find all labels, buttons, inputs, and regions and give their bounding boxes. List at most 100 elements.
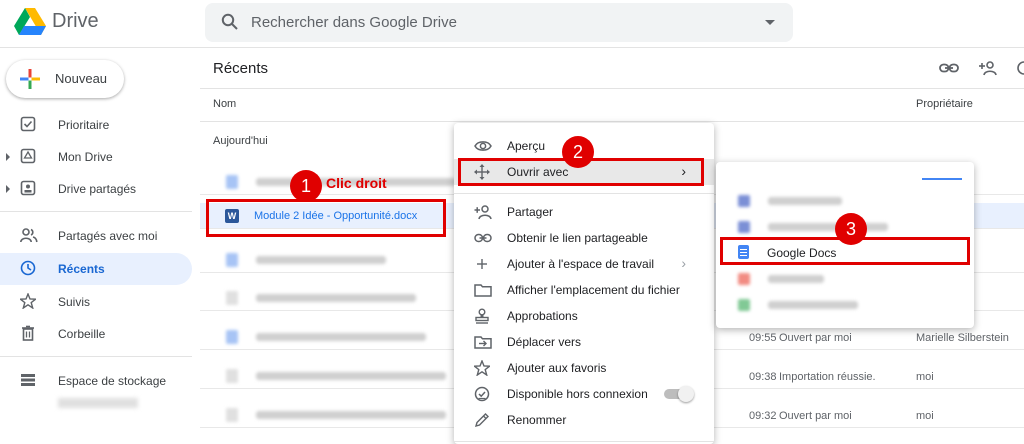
sidebar-item-trash[interactable]: Corbeille bbox=[0, 318, 192, 350]
submenu-item[interactable] bbox=[716, 292, 974, 318]
star-icon bbox=[20, 293, 36, 309]
menu-item-label: Obtenir le lien partageable bbox=[507, 231, 648, 245]
shared-drives-icon bbox=[20, 180, 36, 196]
file-icon bbox=[226, 369, 238, 383]
sidebar-item-label: Mon Drive bbox=[58, 150, 113, 164]
my-drive-icon bbox=[20, 148, 36, 164]
header-divider bbox=[200, 121, 1024, 122]
menu-item-move-to[interactable]: Déplacer vers bbox=[454, 329, 714, 355]
sidebar-item-label: Récents bbox=[58, 262, 105, 276]
offline-icon bbox=[474, 386, 490, 402]
menu-item-show-location[interactable]: Afficher l'emplacement du fichier bbox=[454, 277, 714, 303]
new-button-label: Nouveau bbox=[55, 71, 108, 86]
eye-icon bbox=[474, 141, 492, 151]
sidebar-item-label: Corbeille bbox=[58, 327, 106, 341]
recent-icon bbox=[20, 260, 36, 276]
highlight-box-step1 bbox=[206, 199, 446, 237]
submenu-item[interactable] bbox=[716, 266, 974, 292]
expand-icon[interactable] bbox=[6, 185, 10, 193]
step-badge-1: 1 bbox=[290, 170, 322, 202]
shared-with-me-icon bbox=[20, 228, 38, 243]
search-icon[interactable] bbox=[221, 13, 239, 31]
drive-logo-icon[interactable] bbox=[14, 8, 46, 36]
menu-item-label: Afficher l'emplacement du fichier bbox=[507, 283, 680, 297]
menu-item-add-workspace[interactable]: Ajouter à l'espace de travail › bbox=[454, 251, 714, 277]
row-owner: Marielle Silberstein bbox=[916, 332, 1009, 344]
blurred-file-name bbox=[256, 411, 446, 419]
plus-icon bbox=[20, 69, 40, 89]
more-toolbar-icon[interactable] bbox=[1016, 60, 1024, 76]
group-label-today: Aujourd'hui bbox=[213, 135, 268, 147]
move-to-icon bbox=[474, 336, 492, 349]
column-header-name[interactable]: Nom bbox=[213, 98, 236, 110]
app-icon bbox=[738, 221, 750, 233]
pencil-icon bbox=[474, 413, 489, 428]
sidebar-item-label: Prioritaire bbox=[58, 118, 110, 132]
menu-item-label: Déplacer vers bbox=[507, 335, 582, 349]
new-button[interactable]: Nouveau bbox=[6, 60, 124, 98]
step1-caption: Clic droit bbox=[326, 175, 387, 191]
file-icon bbox=[226, 253, 238, 267]
row-time: 09:38 bbox=[749, 371, 777, 383]
share-icon[interactable] bbox=[978, 60, 1000, 76]
row-activity: Importation réussie. bbox=[779, 371, 876, 383]
sidebar-item-storage[interactable]: Espace de stockage bbox=[0, 365, 192, 397]
menu-item-label: Ajouter aux favoris bbox=[507, 361, 607, 375]
menu-item-offline[interactable]: Disponible hors connexion bbox=[454, 381, 714, 407]
row-activity: Ouvert par moi bbox=[779, 410, 852, 422]
menu-item-label: Aperçu bbox=[507, 139, 546, 153]
expand-icon[interactable] bbox=[6, 153, 10, 161]
menu-item-label: Renommer bbox=[507, 413, 567, 427]
blurred-file-name bbox=[256, 256, 386, 264]
app-icon bbox=[738, 273, 750, 285]
link-icon[interactable] bbox=[939, 60, 959, 76]
blurred-app-name bbox=[768, 301, 858, 309]
offline-toggle[interactable] bbox=[664, 386, 694, 402]
stamp-icon bbox=[475, 308, 489, 324]
header-divider bbox=[200, 88, 1024, 89]
sidebar-item-shared-drives[interactable]: Drive partagés bbox=[0, 173, 192, 205]
sidebar-item-label: Suivis bbox=[58, 295, 91, 309]
app-icon bbox=[738, 299, 750, 311]
blurred-file-name bbox=[256, 372, 446, 380]
search-bar[interactable] bbox=[205, 3, 793, 42]
step-badge-3: 3 bbox=[835, 213, 867, 245]
sidebar-divider bbox=[0, 211, 192, 212]
folder-icon bbox=[474, 284, 492, 297]
row-owner: moi bbox=[916, 371, 934, 383]
plus-icon bbox=[477, 259, 487, 269]
sidebar-item-recent[interactable]: Récents bbox=[0, 253, 192, 285]
chevron-right-icon: › bbox=[681, 255, 686, 271]
row-time: 09:55 bbox=[749, 332, 777, 344]
app-icon bbox=[738, 195, 750, 207]
menu-item-share[interactable]: Partager bbox=[454, 199, 714, 225]
submenu-item[interactable] bbox=[716, 188, 974, 214]
file-icon bbox=[226, 408, 238, 422]
blurred-app-name bbox=[768, 197, 842, 205]
star-outline-icon bbox=[474, 360, 490, 376]
sidebar-item-label: Drive partagés bbox=[58, 182, 137, 196]
sidebar-divider bbox=[0, 356, 192, 357]
row-time: 09:32 bbox=[749, 410, 777, 422]
menu-item-rename[interactable]: Renommer bbox=[454, 407, 714, 433]
sidebar-item-label: Espace de stockage bbox=[58, 374, 167, 388]
row-activity: Ouvert par moi bbox=[779, 332, 852, 344]
menu-item-add-favorites[interactable]: Ajouter aux favoris bbox=[454, 355, 714, 381]
sidebar-item-starred[interactable]: Suivis bbox=[0, 286, 192, 318]
search-options-icon[interactable] bbox=[765, 20, 775, 25]
sidebar-item-priority[interactable]: Prioritaire bbox=[0, 109, 192, 141]
file-icon bbox=[226, 291, 238, 305]
menu-item-label: Approbations bbox=[507, 309, 578, 323]
storage-usage-blurred bbox=[58, 398, 138, 408]
file-icon bbox=[226, 175, 238, 189]
blurred-app-name bbox=[768, 275, 824, 283]
sidebar-item-my-drive[interactable]: Mon Drive bbox=[0, 141, 192, 173]
step-badge-2: 2 bbox=[562, 136, 594, 168]
blurred-file-name bbox=[256, 294, 416, 302]
column-header-owner[interactable]: Propriétaire bbox=[916, 98, 973, 110]
menu-item-get-link[interactable]: Obtenir le lien partageable bbox=[454, 225, 714, 251]
search-input[interactable] bbox=[251, 3, 731, 42]
sidebar-item-shared-with-me[interactable]: Partagés avec moi bbox=[0, 220, 192, 252]
file-icon bbox=[226, 330, 238, 344]
menu-item-approvals[interactable]: Approbations bbox=[454, 303, 714, 329]
